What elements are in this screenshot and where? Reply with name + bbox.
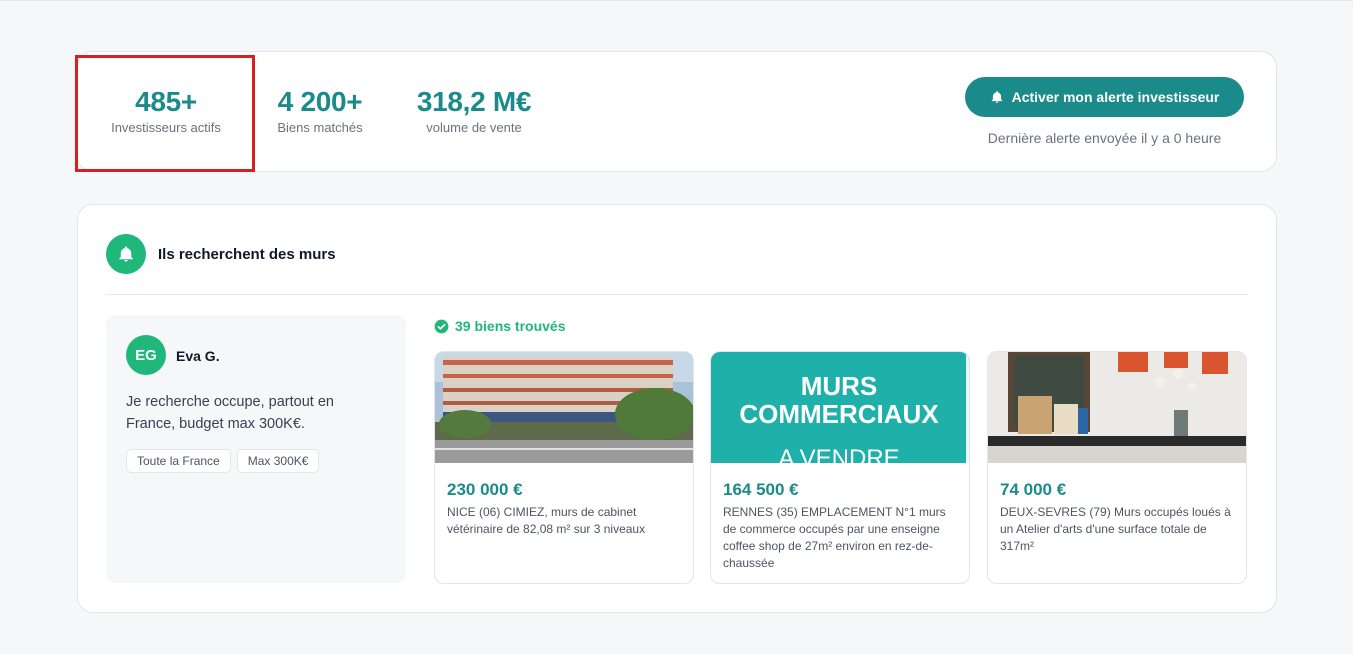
- tag-location: Toute la France: [126, 449, 231, 473]
- check-circle-icon: [434, 319, 449, 333]
- investor-search-card: Ils recherchent des murs EG Eva G. Je re…: [77, 204, 1277, 613]
- investor-panel: EG Eva G. Je recherche occupe, partout e…: [106, 315, 406, 583]
- property-card[interactable]: MURS COMMERCIAUX A VENDRE 164 500 € RENN…: [710, 351, 970, 584]
- property-photo: [435, 352, 693, 463]
- property-photo: MURS COMMERCIAUX A VENDRE: [711, 352, 969, 463]
- last-alert-text: Dernière alerte envoyée il y a 0 heure: [987, 130, 1222, 146]
- stat-value: 4 200+: [277, 86, 363, 117]
- stat-matched-properties: 4 200+ Biens matchés: [258, 52, 382, 171]
- avatar: EG: [126, 335, 166, 375]
- section-bell-badge: [106, 234, 146, 274]
- bell-icon: [119, 246, 133, 262]
- stat-active-investors: 485+ Investisseurs actifs: [78, 52, 254, 171]
- image-text-a-vendre: A VENDRE: [778, 445, 899, 463]
- bell-icon: [991, 91, 1002, 103]
- activate-investor-alert-button[interactable]: Activer mon alerte investisseur: [965, 77, 1244, 117]
- image-text-murs: MURS: [801, 371, 878, 401]
- property-card[interactable]: 74 000 € DEUX-SEVRES (79) Murs occupés l…: [987, 351, 1247, 584]
- stat-value: 485+: [135, 86, 197, 117]
- image-text-commerciaux: COMMERCIAUX: [739, 399, 939, 429]
- top-divider: [0, 0, 1353, 1]
- stat-label: Investisseurs actifs: [111, 120, 221, 135]
- property-description: DEUX-SEVRES (79) Murs occupés loués à un…: [1000, 505, 1231, 553]
- investor-description: Je recherche occupe, partout en France, …: [126, 394, 334, 432]
- alert-button-label: Activer mon alerte investisseur: [1011, 89, 1220, 105]
- stat-label: volume de vente: [426, 120, 522, 135]
- property-photo: [988, 352, 1246, 463]
- property-price: 74 000 €: [1000, 480, 1067, 499]
- stat-value: 318,2 M€: [416, 86, 532, 117]
- property-description: NICE (06) CIMIEZ, murs de cabinet vétéri…: [447, 505, 646, 536]
- property-price: 164 500 €: [723, 480, 799, 499]
- found-count: 39 biens trouvés: [434, 318, 566, 334]
- section-divider: [106, 294, 1248, 295]
- property-card[interactable]: 230 000 € NICE (06) CIMIEZ, murs de cabi…: [434, 351, 694, 584]
- stat-sales-volume: 318,2 M€ volume de vente: [396, 52, 552, 171]
- investor-name: Eva G.: [176, 348, 220, 364]
- section-title: Ils recherchent des murs: [158, 245, 336, 263]
- stats-card: 485+ Investisseurs actifs 4 200+ Biens m…: [77, 51, 1277, 172]
- found-count-label: 39 biens trouvés: [455, 318, 566, 334]
- stat-label: Biens matchés: [277, 120, 363, 135]
- property-price: 230 000 €: [447, 480, 523, 499]
- investor-tags: Toute la France Max 300K€: [126, 449, 320, 473]
- section-header: Ils recherchent des murs: [106, 233, 336, 275]
- tag-budget: Max 300K€: [236, 449, 320, 473]
- property-description: RENNES (35) EMPLACEMENT N°1 murs de comm…: [723, 505, 946, 570]
